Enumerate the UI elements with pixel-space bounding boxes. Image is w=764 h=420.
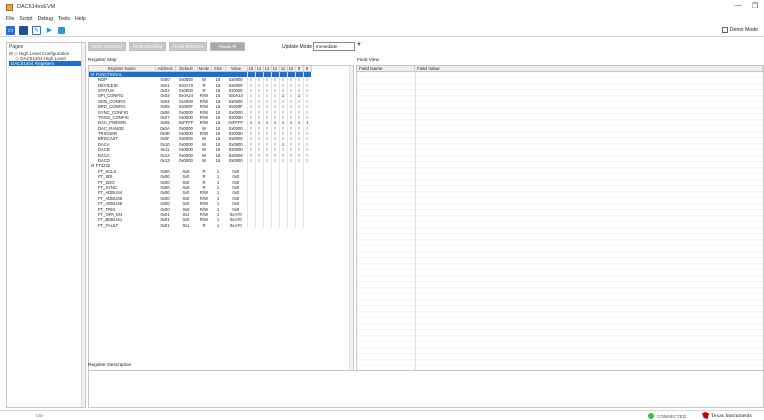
field-view-divider [415, 72, 416, 395]
update-mode-label: Update Mode [282, 44, 313, 50]
register-address-cell: 0x01 [160, 222, 170, 228]
update-mode-select[interactable]: Immediate [313, 42, 355, 51]
page-dac61404-registers[interactable]: DAC61404 Registers [9, 61, 83, 66]
register-bit-cell[interactable] [246, 222, 255, 228]
register-map-label: Register Map [88, 58, 117, 63]
connection-status: CONNECTED [648, 413, 686, 419]
minimize-button[interactable]: — [735, 2, 742, 10]
register-value-cell[interactable]: 0xA70 [225, 223, 247, 228]
stop-icon[interactable] [58, 27, 65, 34]
register-name-cell: FT_FAULT [98, 222, 119, 228]
register-bit-cell[interactable] [294, 222, 303, 228]
pages-scrollbar[interactable] [81, 43, 85, 407]
connection-led-icon [648, 413, 654, 419]
register-bit-cell[interactable] [270, 222, 279, 228]
field-view-rows [357, 72, 763, 395]
pages-header: Pages [9, 44, 24, 50]
field-view-label: Field View [357, 58, 380, 63]
demo-mode-toggle[interactable]: Demo Mode [721, 27, 758, 33]
connection-label: CONNECTED [657, 413, 687, 419]
menu-tools[interactable]: Tools [58, 16, 70, 22]
register-map-vscroll[interactable] [349, 66, 353, 391]
register-default-cell: 0x1 [182, 222, 190, 228]
main-area: Write Selected Write Modified Read Selec… [88, 40, 764, 410]
window-controls: — ❐ [735, 2, 758, 10]
brand-label: Texas Instruments [711, 412, 752, 419]
register-size-cell: 1 [216, 222, 220, 228]
register-bit-cell[interactable] [262, 222, 271, 228]
column-header[interactable]: Mode [197, 66, 212, 72]
register-bit-cell[interactable] [278, 222, 287, 228]
menu-file[interactable]: File [6, 16, 14, 22]
save-icon[interactable]: ▭ [6, 26, 15, 35]
demo-mode-label: Demo Mode [729, 27, 758, 33]
app-icon [6, 3, 13, 11]
read-all-button[interactable]: Read All [210, 42, 246, 51]
register-map-table: Register Name Address Default Mode Size Value… [88, 65, 354, 396]
register-bit-cell[interactable] [254, 222, 263, 228]
restore-button[interactable]: ❐ [752, 2, 758, 10]
register-mode-cell: R [202, 222, 206, 228]
folder-icon[interactable] [19, 26, 28, 35]
field-view-table: Field Name Field Value [356, 65, 764, 396]
register-bit-cell[interactable] [302, 222, 311, 228]
status-text: Idle [36, 413, 44, 418]
toolbar: ▭ ✎ ▶ Demo Mode [0, 25, 764, 37]
menu-script[interactable]: Script [19, 16, 32, 22]
read-selected-button[interactable]: Read Selected [169, 42, 208, 51]
menu-help[interactable]: Help [75, 16, 86, 22]
chevron-down-icon[interactable]: ▼ [356, 42, 362, 48]
field-name-column[interactable]: Field Name [357, 66, 415, 71]
status-bar: Idle CONNECTED Texas Instruments [0, 410, 764, 420]
pages-panel: Pages ⊟ ◇ High Level Configuration ◇ DAC… [6, 42, 86, 408]
ti-mark-icon [702, 412, 709, 419]
field-value-column[interactable]: Field Value [415, 66, 763, 71]
register-action-buttons: Write Selected Write Modified Read Selec… [88, 42, 246, 51]
title-bar: DAC614xxEVM — ❐ [0, 0, 764, 14]
write-selected-button[interactable]: Write Selected [88, 42, 126, 51]
register-description-box [88, 370, 764, 408]
write-modified-button[interactable]: Write Modified [128, 42, 167, 51]
menu-bar: File Script Debug Tools Help [0, 14, 764, 23]
ti-logo: Texas Instruments [702, 412, 752, 419]
play-icon[interactable]: ▶ [45, 26, 54, 35]
register-grid: Register Name Address Default Mode Size Value… [89, 66, 312, 228]
demo-mode-checkbox[interactable] [721, 27, 728, 33]
register-description-label: Register Description [88, 363, 132, 368]
register-bit-cell[interactable] [286, 222, 295, 228]
register-row[interactable]: FT_FAULT 0x01 0x1 R 1 0xA70 [89, 222, 311, 228]
menu-debug[interactable]: Debug [38, 16, 53, 22]
window-title: DAC614xxEVM [17, 4, 56, 10]
column-header[interactable]: Address [155, 66, 176, 72]
edit-icon[interactable]: ✎ [32, 26, 41, 35]
